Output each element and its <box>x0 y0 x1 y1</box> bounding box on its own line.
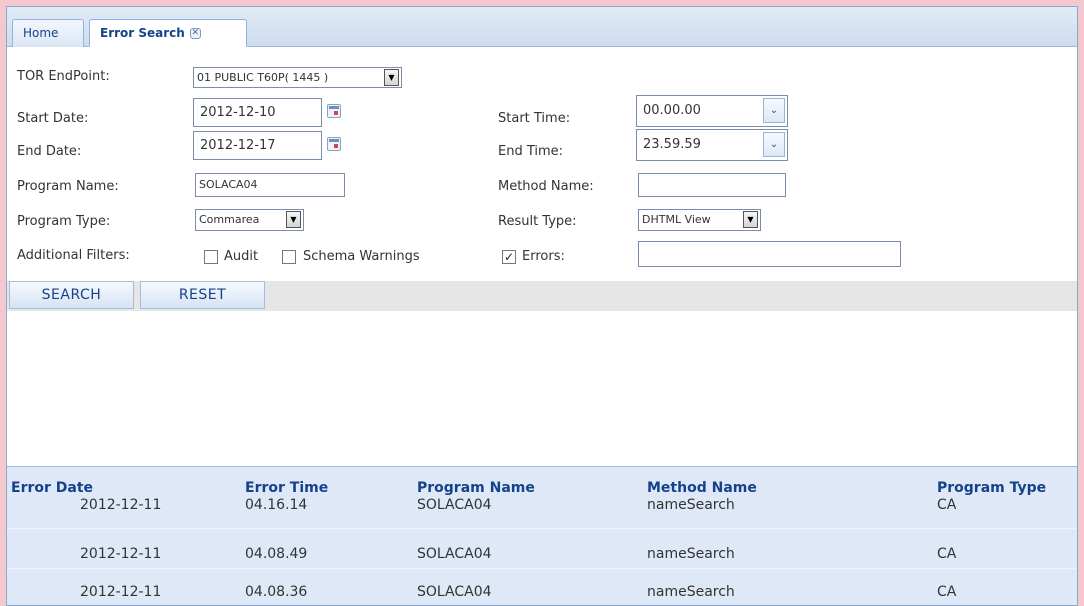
close-icon[interactable]: ✕ <box>189 28 201 39</box>
row-divider <box>7 528 1077 529</box>
method-name-label: Method Name: <box>498 179 594 194</box>
program-type-cell: CA <box>937 546 957 562</box>
error-date-cell: 2012-12-11 <box>80 584 162 600</box>
method-name-cell: nameSearch <box>647 546 735 562</box>
program-name-cell: SOLACA04 <box>417 546 492 562</box>
tab-error-search-label: Error Search <box>100 26 185 40</box>
error-time-cell: 04.08.49 <box>245 546 308 562</box>
end-time-value: 23.59.59 <box>643 137 701 152</box>
result-type-label: Result Type: <box>498 214 577 229</box>
calendar-icon[interactable] <box>327 104 341 118</box>
error-time-cell: 04.16.14 <box>245 497 308 513</box>
search-button[interactable]: SEARCH <box>9 281 134 309</box>
start-date-label: Start Date: <box>17 111 89 126</box>
chevron-down-icon[interactable]: ▼ <box>743 211 758 228</box>
results-grid: Error Date Error Time Program Name Metho… <box>7 466 1077 605</box>
start-date-value: 2012-12-10 <box>200 105 276 120</box>
tab-error-search[interactable]: Error Search ✕ <box>89 19 247 47</box>
audit-checkbox[interactable] <box>204 250 218 264</box>
errors-checkbox[interactable]: ✓ <box>502 250 516 264</box>
column-header-program-name[interactable]: Program Name <box>417 480 535 496</box>
column-header-error-time[interactable]: Error Time <box>245 480 328 496</box>
schema-warnings-checkbox[interactable] <box>282 250 296 264</box>
start-time-value: 00.00.00 <box>643 103 701 118</box>
program-name-cell: SOLACA04 <box>417 584 492 600</box>
tor-endpoint-value: 01 PUBLIC T60P( 1445 ) <box>197 71 329 84</box>
program-type-cell: CA <box>937 497 957 513</box>
chevron-down-icon[interactable]: ⌄ <box>763 98 785 123</box>
program-type-value: Commarea <box>199 213 260 226</box>
method-name-cell: nameSearch <box>647 584 735 600</box>
error-time-cell: 04.08.36 <box>245 584 308 600</box>
program-name-value: SOLACA04 <box>199 178 258 191</box>
result-type-select[interactable]: DHTML View ▼ <box>638 209 761 231</box>
additional-filters-label: Additional Filters: <box>17 248 130 263</box>
chevron-down-icon[interactable]: ⌄ <box>763 132 785 157</box>
row-divider <box>7 568 1077 569</box>
schema-warnings-label: Schema Warnings <box>303 249 420 264</box>
chevron-down-icon[interactable]: ▼ <box>384 69 399 86</box>
program-name-label: Program Name: <box>17 179 119 194</box>
program-type-label: Program Type: <box>17 214 111 229</box>
program-type-select[interactable]: Commarea ▼ <box>195 209 304 231</box>
column-header-program-type[interactable]: Program Type <box>937 480 1046 496</box>
error-search-window: Home Error Search ✕ TOR EndPoint: 01 PUBL… <box>6 6 1078 606</box>
errors-label: Errors: <box>522 249 565 264</box>
tor-endpoint-select[interactable]: 01 PUBLIC T60P( 1445 ) ▼ <box>193 67 402 88</box>
tab-home-label: Home <box>23 26 59 40</box>
column-header-error-date[interactable]: Error Date <box>11 480 93 496</box>
end-date-field[interactable]: 2012-12-17 <box>193 131 322 160</box>
start-time-select[interactable]: 00.00.00 ⌄ <box>636 95 788 127</box>
error-date-cell: 2012-12-11 <box>80 497 162 513</box>
method-name-cell: nameSearch <box>647 497 735 513</box>
result-type-value: DHTML View <box>642 213 711 226</box>
errors-input[interactable] <box>638 241 901 267</box>
program-type-cell: CA <box>937 584 957 600</box>
tor-endpoint-label: TOR EndPoint: <box>17 69 110 84</box>
end-time-label: End Time: <box>498 144 564 159</box>
program-name-cell: SOLACA04 <box>417 497 492 513</box>
start-date-field[interactable]: 2012-12-10 <box>193 98 322 127</box>
error-date-cell: 2012-12-11 <box>80 546 162 562</box>
calendar-icon[interactable] <box>327 137 341 151</box>
column-header-method-name[interactable]: Method Name <box>647 480 757 496</box>
program-name-input[interactable]: SOLACA04 <box>195 173 345 197</box>
tab-bar: Home Error Search ✕ <box>7 7 1077 47</box>
reset-button[interactable]: RESET <box>140 281 265 309</box>
tab-home[interactable]: Home <box>12 19 84 47</box>
end-date-value: 2012-12-17 <box>200 138 276 153</box>
start-time-label: Start Time: <box>498 111 571 126</box>
chevron-down-icon[interactable]: ▼ <box>286 211 301 228</box>
end-date-label: End Date: <box>17 144 82 159</box>
method-name-input[interactable] <box>638 173 786 197</box>
end-time-select[interactable]: 23.59.59 ⌄ <box>636 129 788 161</box>
audit-label: Audit <box>224 249 259 264</box>
